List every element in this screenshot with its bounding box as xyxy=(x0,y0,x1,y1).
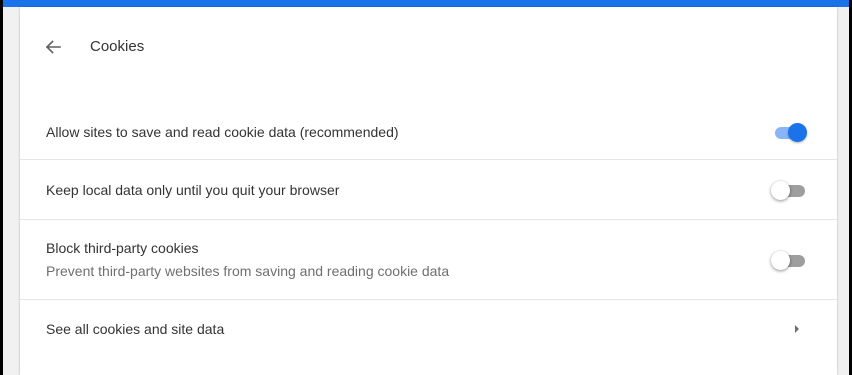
keep-local-toggle[interactable] xyxy=(771,180,807,200)
block-third-party-sublabel: Prevent third-party websites from saving… xyxy=(46,263,450,279)
browser-window: Cookies Allow sites to save and read coo… xyxy=(0,0,852,375)
left-margin xyxy=(3,7,20,375)
setting-row-keep-local[interactable]: Keep local data only until you quit your… xyxy=(20,159,837,219)
right-margin xyxy=(837,7,849,375)
allow-sites-toggle[interactable] xyxy=(771,122,807,142)
back-button[interactable] xyxy=(41,35,65,59)
chevron-right-icon xyxy=(791,323,803,335)
page-header: Cookies xyxy=(20,7,837,89)
setting-row-allow-sites[interactable]: Allow sites to save and read cookie data… xyxy=(20,105,837,159)
setting-row-block-third-party[interactable]: Block third-party cookies Prevent third-… xyxy=(20,219,837,299)
block-third-party-label: Block third-party cookies xyxy=(46,240,199,256)
setting-row-see-all[interactable]: See all cookies and site data xyxy=(20,299,837,357)
toggle-knob xyxy=(771,250,790,270)
toggle-knob xyxy=(771,180,790,200)
arrow-left-icon xyxy=(45,40,61,54)
top-accent-bar xyxy=(3,0,849,7)
settings-card: Cookies Allow sites to save and read coo… xyxy=(20,7,837,375)
block-third-party-toggle[interactable] xyxy=(771,250,807,270)
page-title: Cookies xyxy=(90,38,145,55)
keep-local-label: Keep local data only until you quit your… xyxy=(46,181,340,198)
toggle-knob xyxy=(788,123,807,142)
allow-sites-label: Allow sites to save and read cookie data… xyxy=(46,124,399,140)
see-all-label: See all cookies and site data xyxy=(46,320,225,337)
